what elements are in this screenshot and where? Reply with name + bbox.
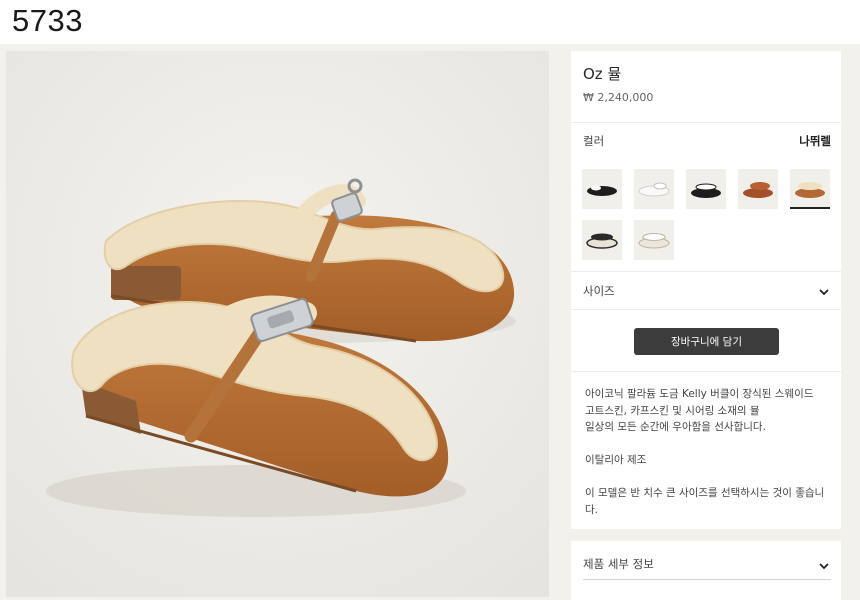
- color-swatch-white[interactable]: [634, 169, 674, 209]
- color-swatch-black-white[interactable]: [582, 169, 622, 209]
- color-swatch-cream-black-trim[interactable]: [582, 220, 622, 260]
- shearling-mule-photo: [6, 51, 549, 597]
- selected-color-value: 나뛰렐: [799, 134, 831, 148]
- product-info-panel: Oz 뮬 ₩ 2,240,000 컬러 나뛰렐 사이즈 장바구니에 담기 아이코…: [571, 51, 841, 529]
- divider: [571, 371, 841, 372]
- color-label: 컬러: [583, 134, 605, 148]
- size-advice-text: 이 모델은 반 치수 큰 사이즈를 선택하시는 것이 좋습니다.: [585, 487, 825, 516]
- item-code: 5733: [12, 3, 83, 38]
- size-selector[interactable]: 사이즈: [571, 279, 841, 309]
- divider: [571, 122, 841, 123]
- color-swatch-cream-white[interactable]: [634, 220, 674, 260]
- add-to-cart-button[interactable]: 장바구니에 담기: [634, 328, 779, 355]
- color-swatch-camel-shearling[interactable]: [790, 169, 830, 209]
- details-label: 제품 세부 정보: [583, 557, 654, 571]
- origin-text: 이탈리아 제조: [585, 454, 647, 466]
- color-swatch-brown-leather[interactable]: [738, 169, 778, 209]
- chevron-down-icon: [819, 563, 829, 570]
- top-bar: 5733: [0, 0, 860, 44]
- description-line: 일상의 모든 순간에 우아함을 선사합니다.: [585, 421, 766, 433]
- color-swatch-black-white-lined[interactable]: [686, 169, 726, 209]
- chevron-down-icon: [819, 289, 829, 296]
- divider: [571, 271, 841, 272]
- divider: [583, 579, 831, 580]
- product-details-accordion[interactable]: 제품 세부 정보: [571, 541, 841, 600]
- description-line: 고트스킨, 카프스킨 및 시어링 소재의 뮬: [585, 404, 760, 417]
- product-image[interactable]: [6, 51, 549, 597]
- product-description: 아이코닉 팔라듐 도금 Kelly 버클이 장식된 스웨이드 고트스킨, 카프스…: [585, 386, 833, 518]
- size-label: 사이즈: [583, 284, 615, 298]
- description-line: 아이코닉 팔라듐 도금 Kelly 버클이 장식된 스웨이드: [585, 388, 814, 400]
- divider: [571, 309, 841, 310]
- product-title: Oz 뮬: [583, 65, 622, 83]
- product-page: Oz 뮬 ₩ 2,240,000 컬러 나뛰렐 사이즈 장바구니에 담기 아이코…: [0, 44, 860, 600]
- product-price: ₩ 2,240,000: [583, 91, 654, 104]
